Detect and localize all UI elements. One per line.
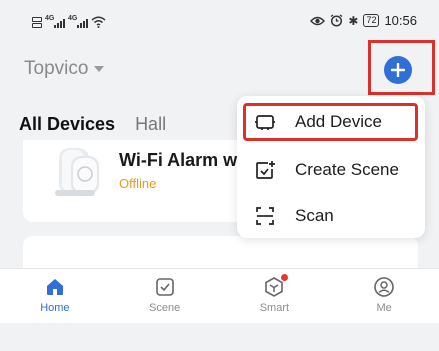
- nav-home[interactable]: Home: [0, 269, 110, 323]
- nav-home-label: Home: [40, 302, 70, 314]
- sim-icon: [32, 16, 42, 28]
- home-icon: [46, 279, 63, 295]
- menu-item-label: Create Scene: [295, 160, 399, 179]
- scene-icon: [155, 278, 174, 296]
- menu-item-label: Scan: [295, 206, 334, 225]
- alarm-device-image: [55, 148, 99, 196]
- device-card[interactable]: [23, 236, 418, 270]
- bottom-nav: Home Scene Smart Me: [0, 268, 439, 323]
- device-status: Offline: [119, 176, 157, 191]
- eye-icon: [310, 16, 326, 25]
- nav-scene-label: Scene: [149, 302, 181, 314]
- device-name: Wi-Fi Alarm w: [119, 150, 238, 170]
- menu-item-create-scene[interactable]: Create Scene: [237, 152, 425, 188]
- clock: 10:56: [384, 13, 417, 28]
- status-bar: 4G 4G ✱ 72 10:56: [0, 0, 439, 44]
- highlight-outline-add-button: [368, 40, 435, 95]
- signal-icon: 4G: [68, 14, 88, 28]
- scan-icon: [256, 207, 274, 225]
- nav-me[interactable]: Me: [329, 269, 439, 323]
- nav-smart-label: Smart: [259, 302, 290, 314]
- network-type-1: 4G: [45, 14, 55, 22]
- battery-icon: 72: [363, 14, 380, 27]
- status-right: ✱ 72 10:56: [310, 13, 417, 28]
- nav-smart[interactable]: Smart: [220, 269, 330, 323]
- smart-icon: [263, 274, 289, 298]
- signal-icon: 4G: [45, 14, 65, 28]
- tab-hall[interactable]: Hall: [135, 114, 166, 135]
- create-scene-icon: [256, 161, 275, 179]
- bluetooth-icon: ✱: [348, 13, 359, 28]
- menu-item-scan[interactable]: Scan: [237, 198, 425, 234]
- network-type-2: 4G: [68, 14, 78, 22]
- chevron-down-icon: [94, 66, 105, 72]
- nav-me-label: Me: [376, 302, 392, 314]
- tab-all-devices[interactable]: All Devices: [19, 114, 115, 135]
- alarm-icon: [330, 14, 343, 27]
- profile-icon: [374, 277, 394, 297]
- nav-scene[interactable]: Scene: [110, 269, 220, 323]
- home-selector[interactable]: Topvico: [24, 58, 105, 80]
- home-name: Topvico: [24, 58, 89, 79]
- notification-dot: [281, 274, 289, 281]
- highlight-outline-add-device: [243, 103, 418, 141]
- status-left: 4G 4G: [32, 14, 106, 28]
- room-tabs: All Devices Hall: [19, 114, 166, 135]
- wifi-icon: [91, 16, 106, 28]
